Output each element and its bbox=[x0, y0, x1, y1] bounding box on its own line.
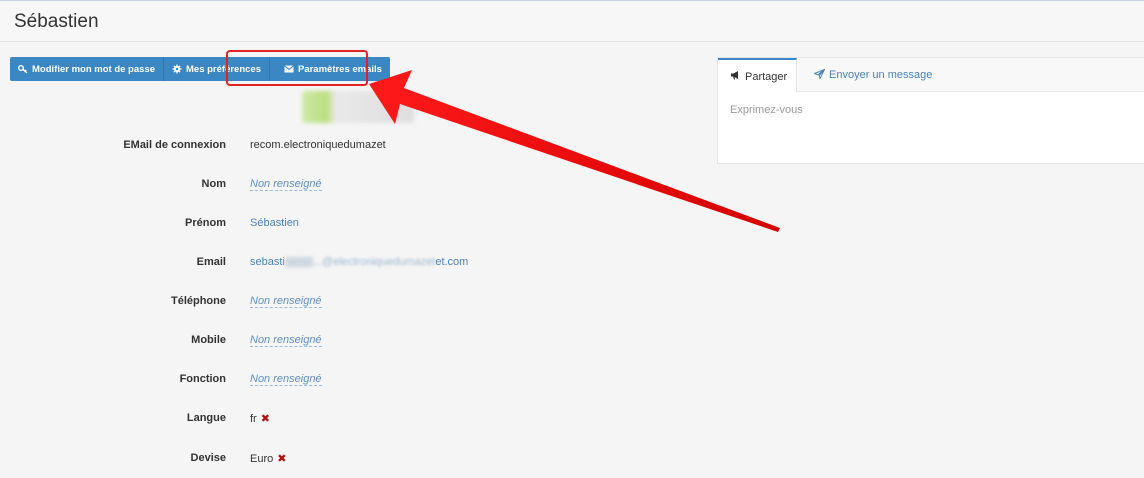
avatar bbox=[302, 91, 414, 123]
email-blurred: ...@electroniquedumazet bbox=[312, 256, 436, 268]
detail-value: Euro ✖ bbox=[250, 452, 286, 465]
tab-share[interactable]: Partager bbox=[718, 58, 797, 93]
page-header: Sébastien bbox=[0, 1, 1144, 42]
preferences-button[interactable]: Mes préférences bbox=[164, 57, 270, 81]
detail-row-email: Email sebasti ...@electroniquedumazetet.c… bbox=[0, 256, 700, 276]
detail-label: Devise bbox=[190, 452, 226, 464]
key-icon bbox=[18, 64, 28, 74]
tab-share-label: Partager bbox=[745, 70, 788, 83]
email-prefix: sebasti bbox=[250, 256, 285, 268]
share-panel: Partager Envoyer un message bbox=[717, 57, 1144, 164]
detail-label: Nom bbox=[201, 178, 226, 190]
detail-row-mobile: Mobile Non renseigné bbox=[0, 334, 700, 354]
detail-label: Prénom bbox=[185, 217, 226, 229]
email-link[interactable]: sebasti ...@electroniquedumazetet.com bbox=[250, 256, 468, 268]
email-suffix: et.com bbox=[435, 256, 469, 268]
preferences-label: Mes préférences bbox=[186, 63, 261, 75]
editable-value[interactable]: Non renseigné bbox=[250, 373, 322, 386]
detail-row-telephone: Téléphone Non renseigné bbox=[0, 295, 700, 315]
gear-icon bbox=[172, 64, 182, 74]
profile-toolbar: Modifier mon mot de passe Mes préférence… bbox=[10, 57, 390, 81]
currency-value: Euro bbox=[250, 453, 274, 465]
tab-send-message[interactable]: Envoyer un message bbox=[802, 58, 944, 92]
envelope-icon bbox=[284, 64, 294, 74]
detail-label: EMail de connexion bbox=[123, 139, 226, 151]
detail-label: Email bbox=[196, 256, 226, 268]
detail-label: Mobile bbox=[191, 334, 226, 346]
tab-send-message-label: Envoyer un message bbox=[829, 69, 933, 81]
panel-tabs: Partager Envoyer un message bbox=[718, 58, 1144, 93]
page-title: Sébastien bbox=[14, 11, 99, 32]
paper-plane-icon bbox=[813, 68, 826, 82]
remove-icon[interactable]: ✖ bbox=[261, 413, 270, 425]
detail-row-devise: Devise Euro ✖ bbox=[0, 452, 700, 472]
email-settings-label: Paramètres emails bbox=[297, 63, 382, 75]
remove-icon[interactable]: ✖ bbox=[277, 453, 286, 465]
editable-value[interactable]: Non renseigné bbox=[250, 334, 322, 347]
language-value: fr bbox=[250, 413, 257, 425]
detail-row-fonction: Fonction Non renseigné bbox=[0, 373, 700, 393]
change-password-button[interactable]: Modifier mon mot de passe bbox=[10, 57, 164, 81]
detail-row-nom: Nom Non renseigné bbox=[0, 178, 700, 198]
editable-value[interactable]: Non renseigné bbox=[250, 295, 322, 308]
detail-label: Téléphone bbox=[170, 295, 226, 307]
editable-value[interactable]: Non renseigné bbox=[250, 178, 322, 191]
detail-label: Langue bbox=[186, 412, 226, 424]
detail-label: Fonction bbox=[179, 373, 226, 385]
detail-value: recom.electroniquedumazet bbox=[250, 139, 386, 151]
detail-row-login-email: EMail de connexion recom.electroniquedum… bbox=[0, 139, 700, 159]
change-password-label: Modifier mon mot de passe bbox=[32, 63, 155, 75]
detail-row-prenom: Prénom Sébastien bbox=[0, 217, 700, 237]
email-settings-button[interactable]: Paramètres emails bbox=[269, 57, 390, 81]
editable-value[interactable]: Sébastien bbox=[250, 217, 299, 229]
bullhorn-icon bbox=[730, 70, 741, 83]
detail-value: fr ✖ bbox=[250, 412, 270, 425]
blurred-region bbox=[284, 257, 313, 268]
post-textarea[interactable] bbox=[730, 104, 1130, 154]
detail-row-langue: Langue fr ✖ bbox=[0, 412, 700, 432]
